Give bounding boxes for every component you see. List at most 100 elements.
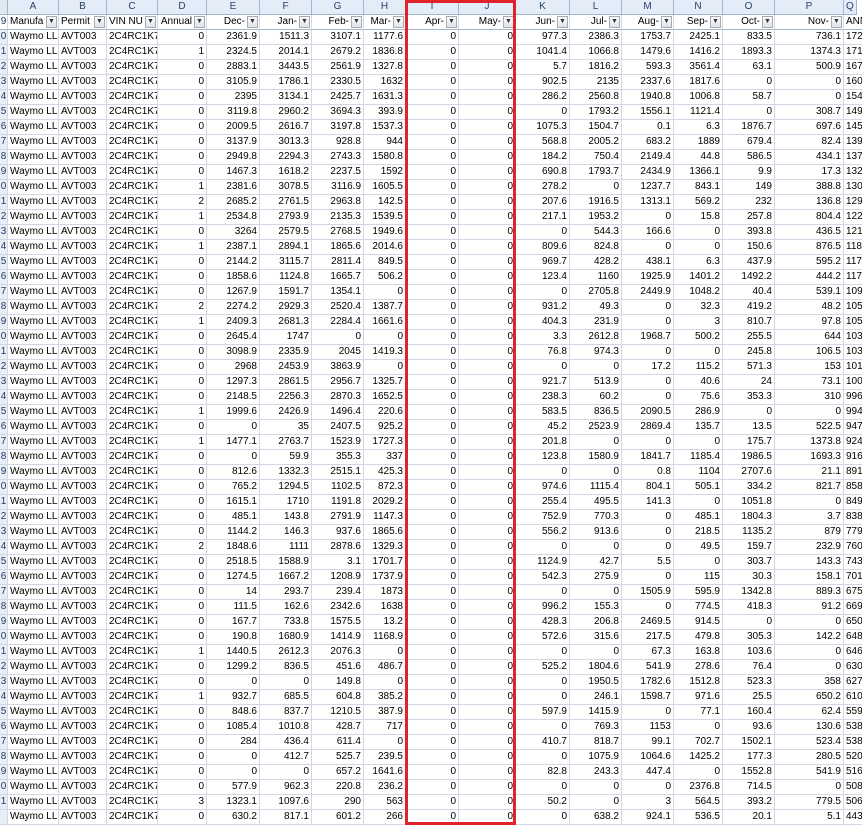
data-cell[interactable]: 0: [459, 60, 516, 75]
data-cell[interactable]: Waymo LL: [8, 720, 59, 735]
data-cell[interactable]: 1737.9: [364, 570, 406, 585]
data-cell[interactable]: 0: [775, 645, 844, 660]
data-cell[interactable]: Waymo LL: [8, 735, 59, 750]
data-cell[interactable]: 604.8: [312, 690, 364, 705]
data-cell[interactable]: Waymo LL: [8, 660, 59, 675]
data-cell[interactable]: Waymo LL: [8, 600, 59, 615]
data-cell[interactable]: Waymo LL: [8, 540, 59, 555]
data-cell[interactable]: 1097.6: [260, 795, 312, 810]
data-cell[interactable]: 0: [516, 285, 570, 300]
funnel-filter-icon[interactable]: ▼: [46, 16, 57, 28]
data-cell[interactable]: 257.8: [723, 210, 775, 225]
data-cell[interactable]: 522.5: [775, 420, 844, 435]
data-cell[interactable]: 1051.8: [723, 495, 775, 510]
column-letter-j[interactable]: J: [459, 0, 516, 15]
data-cell[interactable]: 2C4RC1K7: [107, 360, 158, 375]
data-cell[interactable]: 0: [406, 300, 459, 315]
header-cell-l[interactable]: Jul- ▼: [570, 15, 622, 30]
row-number[interactable]: 9: [0, 765, 8, 780]
row-number[interactable]: 4: [0, 540, 8, 555]
data-cell[interactable]: 556.2: [516, 525, 570, 540]
row-number[interactable]: 1: [0, 45, 8, 60]
data-cell[interactable]: 2C4RC1K7: [107, 660, 158, 675]
data-cell[interactable]: 45.2: [516, 420, 570, 435]
data-cell[interactable]: 76.4: [723, 660, 775, 675]
data-cell[interactable]: 9163.7: [844, 450, 862, 465]
data-cell[interactable]: 0: [207, 675, 260, 690]
data-cell[interactable]: 334.2: [723, 480, 775, 495]
data-cell[interactable]: 8490.2: [844, 495, 862, 510]
data-cell[interactable]: 495.5: [570, 495, 622, 510]
data-cell[interactable]: 0: [158, 270, 207, 285]
data-cell[interactable]: 0: [158, 675, 207, 690]
data-cell[interactable]: 0: [406, 645, 459, 660]
data-cell[interactable]: 833.5: [723, 30, 775, 45]
data-cell[interactable]: AVT003: [59, 330, 107, 345]
triangle-down-icon[interactable]: ▼: [351, 16, 362, 28]
data-cell[interactable]: 921.7: [516, 375, 570, 390]
data-cell[interactable]: 0: [674, 240, 723, 255]
data-cell[interactable]: 525.2: [516, 660, 570, 675]
data-cell[interactable]: Waymo LL: [8, 420, 59, 435]
data-cell[interactable]: AVT003: [59, 465, 107, 480]
data-cell[interactable]: 924.1: [622, 810, 674, 825]
data-cell[interactable]: 539.1: [775, 285, 844, 300]
data-cell[interactable]: 2C4RC1K7: [107, 165, 158, 180]
data-cell[interactable]: 21.1: [775, 465, 844, 480]
data-cell[interactable]: 42.7: [570, 555, 622, 570]
data-cell[interactable]: Waymo LL: [8, 570, 59, 585]
data-cell[interactable]: 40.6: [674, 375, 723, 390]
row-number[interactable]: 6: [0, 270, 8, 285]
data-cell[interactable]: 2284.4: [312, 315, 364, 330]
data-cell[interactable]: 123.8: [516, 450, 570, 465]
data-cell[interactable]: 0: [158, 225, 207, 240]
data-cell[interactable]: 937.6: [312, 525, 364, 540]
data-cell[interactable]: 2005.2: [570, 135, 622, 150]
data-cell[interactable]: 2237.5: [312, 165, 364, 180]
data-cell[interactable]: 2C4RC1K7: [107, 450, 158, 465]
row-number[interactable]: 7: [0, 735, 8, 750]
data-cell[interactable]: 2791.9: [312, 510, 364, 525]
data-cell[interactable]: 0: [459, 810, 516, 825]
data-cell[interactable]: 0: [775, 780, 844, 795]
data-cell[interactable]: 2009.5: [207, 120, 260, 135]
data-cell[interactable]: 73.1: [775, 375, 844, 390]
data-cell[interactable]: 0: [260, 675, 312, 690]
data-cell[interactable]: 2C4RC1K7: [107, 405, 158, 420]
data-cell[interactable]: 6488.5: [844, 630, 862, 645]
data-cell[interactable]: 932.7: [207, 690, 260, 705]
data-cell[interactable]: 3.7: [775, 510, 844, 525]
data-cell[interactable]: 0: [459, 765, 516, 780]
data-cell[interactable]: 1416.2: [674, 45, 723, 60]
data-cell[interactable]: Waymo LL: [8, 480, 59, 495]
data-cell[interactable]: 2C4RC1K7: [107, 60, 158, 75]
data-cell[interactable]: 2324.5: [207, 45, 260, 60]
data-cell[interactable]: 0: [158, 585, 207, 600]
data-cell[interactable]: 1467.3: [207, 165, 260, 180]
data-cell[interactable]: 0: [570, 645, 622, 660]
data-cell[interactable]: 2C4RC1K7: [107, 570, 158, 585]
data-cell[interactable]: 3.3: [516, 330, 570, 345]
data-cell[interactable]: 685.5: [260, 690, 312, 705]
data-cell[interactable]: AVT003: [59, 375, 107, 390]
data-cell[interactable]: 2C4RC1K7: [107, 75, 158, 90]
data-cell[interactable]: AVT003: [59, 780, 107, 795]
data-cell[interactable]: 106.5: [775, 345, 844, 360]
data-cell[interactable]: 2C4RC1K7: [107, 240, 158, 255]
data-cell[interactable]: 1267.9: [207, 285, 260, 300]
data-cell[interactable]: 1537.3: [364, 120, 406, 135]
data-cell[interactable]: 2763.7: [260, 435, 312, 450]
row-number[interactable]: 3: [0, 375, 8, 390]
data-cell[interactable]: AVT003: [59, 645, 107, 660]
data-cell[interactable]: 0: [459, 570, 516, 585]
data-cell[interactable]: 2520.4: [312, 300, 364, 315]
triangle-down-icon[interactable]: ▼: [145, 16, 156, 28]
data-cell[interactable]: 1873: [364, 585, 406, 600]
data-cell[interactable]: Waymo LL: [8, 195, 59, 210]
data-cell[interactable]: 7796.2: [844, 525, 862, 540]
data-cell[interactable]: 2469.5: [622, 615, 674, 630]
data-cell[interactable]: 217.5: [622, 630, 674, 645]
data-cell[interactable]: 278.6: [674, 660, 723, 675]
data-cell[interactable]: 20.1: [723, 810, 775, 825]
data-cell[interactable]: 10591.8: [844, 300, 862, 315]
